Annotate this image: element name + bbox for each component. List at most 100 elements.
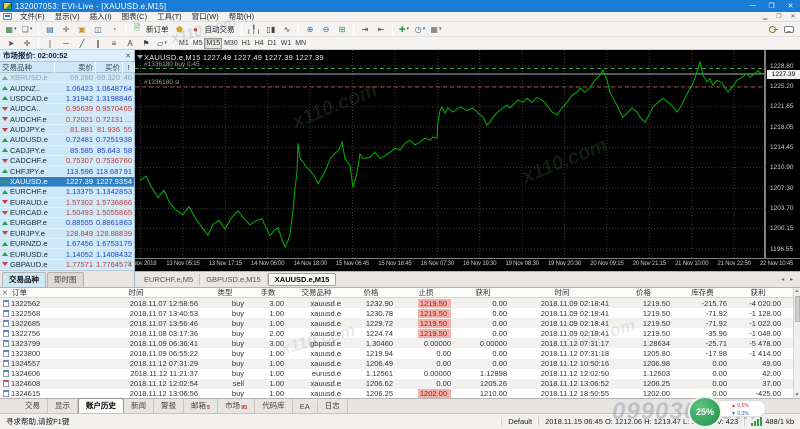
market-watch-row[interactable]: XBRUSD.e69.28069.32040 [0, 73, 134, 83]
market-watch-row[interactable]: EURGBP.e0.885550.8861863 [0, 218, 134, 228]
terminal-tab-代码库[interactable]: 代码库 [255, 399, 293, 413]
chart-tab[interactable]: GBPUSD.e,M15 [200, 274, 268, 285]
market-watch-row[interactable]: CADJPY.e85.58585.64358 [0, 146, 134, 156]
chart-window-icon[interactable] [3, 13, 12, 20]
key-icon[interactable] [769, 25, 778, 34]
history-column-header[interactable]: 价格 [345, 287, 397, 298]
market-watch-close-icon[interactable]: ✕ [125, 52, 131, 60]
history-column-header[interactable]: 时间 [70, 287, 202, 298]
chart-tab[interactable]: EURCHF.e,M5 [138, 274, 200, 285]
menu-item[interactable]: 工具(T) [152, 12, 187, 21]
metaeditor-icon[interactable]: ⬟ [173, 23, 187, 35]
history-column-header[interactable]: 获利 [455, 287, 511, 298]
terminal-tab-邮箱[interactable]: 邮箱5 [184, 399, 218, 413]
terminal-tab-显示[interactable]: 显示 [48, 399, 78, 413]
strategy-tester-icon[interactable]: ◔ [107, 23, 121, 35]
history-column-header[interactable]: 价格 [613, 287, 674, 298]
terminal-tab-账户历史[interactable]: 账户历史 [78, 398, 124, 413]
market-watch-row[interactable]: CADCHF.e0.753070.7536760 [0, 156, 134, 166]
terminal-tab-市场[interactable]: 市场95 [218, 399, 255, 413]
timeframe-button-m1[interactable]: M1 [177, 38, 191, 49]
new-order-button[interactable]: 新订单 [145, 24, 172, 35]
terminal-tab-新闻[interactable]: 新闻 [124, 399, 154, 413]
price-axis[interactable]: 1228.801225.201221.651218.051214.451210.… [765, 50, 800, 258]
data-window-icon[interactable]: ✛ [59, 23, 73, 35]
child-minimize-icon[interactable]: ▁ [758, 13, 772, 20]
timeframe-button-h4[interactable]: H4 [253, 38, 266, 49]
vertical-line-icon[interactable]: ❘ [43, 37, 57, 49]
market-watch-tab[interactable]: 交易品种 [2, 272, 46, 287]
candlestick-chart-icon[interactable]: ▯▮ [264, 23, 278, 35]
market-watch-tab[interactable]: 即时图 [47, 272, 84, 287]
market-watch-column-header[interactable]: 交易品种 [0, 62, 55, 73]
minimize-icon[interactable]: — [743, 2, 762, 10]
history-row[interactable]: 13245572018.11.12 07:31:29buy1.00xauusd.… [0, 359, 800, 369]
market-watch-row[interactable]: CHFJPY.e113.596113.68791 [0, 166, 134, 176]
one-click-trading-icon[interactable] [137, 55, 143, 59]
chat-icon[interactable] [784, 26, 794, 33]
status-profile[interactable]: Default [501, 417, 538, 426]
market-watch-row[interactable]: GBPAUD.e1.775711.7764574 [0, 260, 134, 270]
crosshair-icon[interactable]: ✛ [20, 37, 34, 49]
terminal-icon[interactable]: ◫ [91, 23, 105, 35]
market-watch-row[interactable]: XAUUSD.e1227.391227.9354 [0, 177, 134, 187]
market-watch-column-header[interactable]: ! [123, 63, 135, 72]
text-tool-icon[interactable]: A [123, 37, 137, 49]
chart-window[interactable]: 1228.801225.201221.651218.051214.451210.… [135, 50, 800, 287]
line-chart-icon[interactable]: ∿ [280, 23, 294, 35]
chart-shift-icon[interactable]: ⇤ [374, 23, 388, 35]
trendline-icon[interactable]: ╱ [75, 37, 89, 49]
timeframe-button-mn[interactable]: MN [293, 38, 308, 49]
terminal-tab-EA[interactable]: EA [293, 401, 318, 413]
zoom-in-icon[interactable]: ⊕ [303, 23, 317, 35]
history-row[interactable]: 13237992018.11.09 06:36:41buy3.00gbpusd.… [0, 338, 800, 348]
timeframe-button-d1[interactable]: D1 [266, 38, 279, 49]
history-panel-close-icon[interactable]: ✕ [2, 289, 8, 297]
new-order-icon[interactable]: 🗎 [130, 23, 144, 35]
menu-item[interactable]: 文件(F) [15, 12, 50, 21]
history-column-header[interactable]: 类型 [202, 287, 248, 298]
history-row[interactable]: 13238002018.11.09 06:55:22buy1.00xauusd.… [0, 348, 800, 358]
history-row[interactable]: 13227562018.11.08 03:17:36buy2.00xauusd.… [0, 328, 800, 338]
tile-windows-icon[interactable]: ⊞ [335, 23, 349, 35]
market-watch-row[interactable]: EURJPY.e128.849128.88839 [0, 229, 134, 239]
market-watch-row[interactable]: EURNZD.e1.674561.6753175 [0, 239, 134, 249]
autotrade-icon[interactable]: ● [189, 23, 203, 35]
periods-icon[interactable]: ◷▾ [413, 23, 427, 35]
cursor-icon[interactable]: ➤ [4, 37, 18, 49]
market-watch-icon[interactable]: ▤ [43, 23, 57, 35]
history-column-header[interactable]: 交易品种 [288, 287, 345, 298]
menu-item[interactable]: 帮助(H) [224, 12, 259, 21]
history-column-header[interactable]: 时间 [511, 287, 613, 298]
menu-item[interactable]: 窗口(W) [187, 12, 224, 21]
menu-item[interactable]: 显示(V) [50, 12, 85, 21]
terminal-tab-警报[interactable]: 警报 [154, 399, 184, 413]
history-column-header[interactable]: 手数 [248, 287, 288, 298]
bar-chart-icon[interactable]: ╷╿╷ [246, 23, 262, 35]
timeframe-button-w1[interactable]: W1 [279, 38, 294, 49]
shapes-icon[interactable]: ▱▾ [155, 37, 169, 49]
timeframe-button-m5[interactable]: M5 [191, 38, 205, 49]
market-watch-row[interactable]: EURAUD.e1.573021.5736866 [0, 198, 134, 208]
autotrade-button[interactable]: 自动交易 [204, 24, 238, 35]
history-row[interactable]: 13246062018.11.12 11:21:37buy1.00eurusd.… [0, 369, 800, 379]
menu-item[interactable]: 插入(I) [85, 12, 117, 21]
timeframe-button-m30[interactable]: M30 [222, 38, 240, 49]
history-column-header[interactable]: 止损 [397, 287, 455, 298]
history-column-header[interactable]: 获利 [731, 287, 785, 298]
close-icon[interactable]: ✕ [781, 2, 800, 10]
indicators-icon[interactable]: ✚▾ [397, 23, 411, 35]
child-close-icon[interactable]: ✕ [786, 13, 800, 20]
zoom-out-icon[interactable]: ⊖ [319, 23, 333, 35]
child-restore-icon[interactable]: ❐ [772, 13, 786, 20]
terminal-tab-交易[interactable]: 交易 [18, 399, 48, 413]
history-column-header[interactable]: 库存费 [674, 287, 731, 298]
history-scrollbar[interactable]: ▲▼ [793, 288, 800, 399]
channel-icon[interactable]: ∥ [91, 37, 105, 49]
auto-scroll-icon[interactable]: ⇥ [358, 23, 372, 35]
market-watch-row[interactable]: EURUSD.e1.140521.1408432 [0, 249, 134, 259]
new-chart-icon[interactable]: ▦▾ [4, 23, 18, 35]
horizontal-line-icon[interactable]: ─ [59, 37, 73, 49]
text-label-icon[interactable]: ⚑ [139, 37, 153, 49]
market-watch-row[interactable]: AUDCHF.e0.720210.72131… [0, 115, 134, 125]
